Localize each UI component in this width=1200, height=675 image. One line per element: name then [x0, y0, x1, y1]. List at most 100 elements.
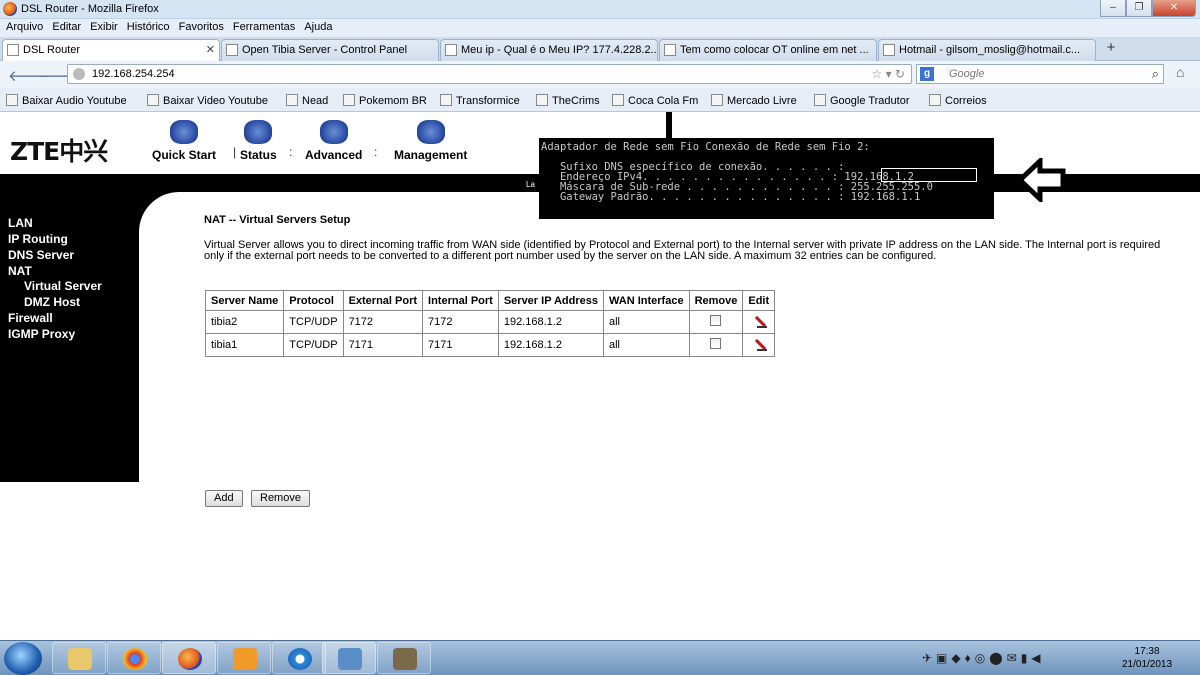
cell-edit: [742, 310, 776, 334]
header-external-port: External Port: [342, 290, 424, 311]
page-icon: [929, 94, 941, 106]
cell-internal-port: 7172: [422, 310, 499, 334]
header-protocol: Protocol: [283, 290, 344, 311]
header-remove: Remove: [688, 290, 744, 311]
remove-checkbox[interactable]: [710, 338, 722, 349]
nav-separator: :: [289, 145, 293, 159]
cell-server-ip: 192.168.1.2: [497, 333, 605, 357]
bookmark-transformice[interactable]: Transformice: [440, 94, 520, 107]
search-bar[interactable]: g Google ⌕: [916, 64, 1164, 84]
bookmark-baixar-audio[interactable]: Baixar Audio Youtube: [6, 94, 127, 107]
taskbar-firefox[interactable]: [162, 642, 216, 674]
tab-dsl-router[interactable]: DSL Router ✕: [2, 39, 220, 62]
table-row: tibia2 TCP/UDP 7172 7172 192.168.1.2 all: [204, 310, 776, 334]
sidebar-item-igmp-proxy[interactable]: IGMP Proxy: [8, 327, 75, 341]
url-text[interactable]: 192.168.254.254: [92, 68, 175, 80]
start-button[interactable]: [4, 642, 42, 675]
taskbar-media-player[interactable]: [217, 642, 271, 674]
taskbar-explorer[interactable]: [52, 642, 106, 674]
taskbar-clock[interactable]: 17:38 21/01/2013: [1122, 645, 1172, 671]
sidebar-item-virtual-server[interactable]: Virtual Server: [24, 279, 102, 293]
tab-ot-online[interactable]: Tem como colocar OT online em net ...: [659, 39, 877, 61]
taskbar-control-panel[interactable]: [322, 642, 376, 674]
cell-protocol: TCP/UDP: [283, 333, 344, 357]
bookmark-pokemom[interactable]: Pokemom BR: [343, 94, 427, 107]
cell-server-ip: 192.168.1.2: [497, 310, 605, 334]
sidebar-item-firewall[interactable]: Firewall: [8, 311, 53, 325]
internet-explorer-icon: [288, 648, 312, 670]
management-icon: [416, 120, 445, 144]
magnifier-icon[interactable]: ⌕: [1152, 66, 1159, 82]
ipconfig-gateway: Gateway Padrão. . . . . . . . . . . . . …: [541, 191, 921, 203]
bookmark-google-tradutor[interactable]: Google Tradutor: [814, 94, 910, 107]
menu-editar[interactable]: Editar: [46, 19, 81, 33]
folder-icon: [68, 648, 92, 670]
menu-bar: Arquivo Editar Exibir Histórico Favorito…: [0, 19, 1200, 37]
header-wan-interface: WAN Interface: [603, 290, 690, 311]
music-icon: [6, 94, 18, 106]
system-tray[interactable]: ✈▣◆♦◎⬤✉▮◀: [922, 651, 1045, 665]
cell-server-name: tibia2: [204, 310, 285, 334]
media-player-icon: [233, 648, 257, 670]
bookmark-correios[interactable]: Correios: [929, 94, 987, 107]
virtual-server-table: Server Name Protocol External Port Inter…: [204, 290, 776, 357]
maximize-button[interactable]: ❐: [1126, 0, 1152, 17]
menu-exibir[interactable]: Exibir: [84, 19, 118, 33]
page-icon: [445, 44, 457, 56]
home-icon[interactable]: ⌂: [1176, 64, 1184, 80]
tab-open-tibia[interactable]: Open Tibia Server - Control Panel: [221, 39, 439, 61]
menu-ferramentas[interactable]: Ferramentas: [227, 19, 295, 33]
menu-ajuda[interactable]: Ajuda: [298, 19, 332, 33]
sidebar-item-ip-routing[interactable]: IP Routing: [8, 232, 68, 246]
tab-meu-ip[interactable]: Meu ip - Qual é o Meu IP? 177.4.228.2...: [440, 39, 658, 61]
table-header-row: Server Name Protocol External Port Inter…: [204, 290, 776, 311]
menu-historico[interactable]: Histórico: [121, 19, 170, 33]
remove-button[interactable]: Remove: [251, 490, 310, 507]
cell-remove: [688, 310, 744, 334]
bookmark-nead[interactable]: Nead: [286, 94, 328, 107]
nav-separator: :: [374, 145, 378, 159]
nav-management[interactable]: Management: [394, 120, 467, 162]
page-icon: [883, 44, 895, 56]
bookmark-mercado-livre[interactable]: Mercado Livre: [711, 94, 797, 107]
ipconfig-header: Adaptador de Rede sem Fio Conexão de Red…: [541, 141, 870, 153]
cell-server-name: tibia1: [204, 333, 285, 357]
edit-pencil-icon[interactable]: [753, 315, 767, 328]
taskbar-internet-explorer[interactable]: [272, 642, 326, 674]
window-title: DSL Router - Mozilla Firefox: [21, 3, 159, 15]
cell-wan-interface: all: [603, 310, 690, 334]
bookmark-thecrims[interactable]: TheCrims: [536, 94, 600, 107]
menu-arquivo[interactable]: Arquivo: [0, 19, 43, 33]
edit-pencil-icon[interactable]: [753, 338, 767, 351]
site-identity-icon[interactable]: [73, 68, 85, 80]
sidebar-item-lan[interactable]: LAN: [8, 216, 33, 230]
annotation-stem: [666, 112, 672, 139]
sidebar-item-dmz-host[interactable]: DMZ Host: [24, 295, 80, 309]
sidebar-item-dns-server[interactable]: DNS Server: [8, 248, 74, 262]
tab-label: DSL Router: [23, 44, 81, 56]
bookmark-baixar-video[interactable]: Baixar Video Youtube: [147, 94, 268, 107]
nav-quick-start[interactable]: Quick Start: [152, 120, 216, 162]
game-icon: [393, 648, 417, 670]
taskbar-chrome[interactable]: [107, 642, 161, 674]
remove-checkbox[interactable]: [710, 315, 722, 326]
cell-internal-port: 7171: [422, 333, 499, 357]
new-tab-button[interactable]: +: [1100, 40, 1122, 58]
page-icon: [664, 44, 676, 56]
close-button[interactable]: ✕: [1152, 0, 1196, 17]
search-placeholder[interactable]: Google: [949, 68, 984, 80]
add-button[interactable]: Add: [205, 490, 243, 507]
close-tab-icon[interactable]: ✕: [206, 43, 215, 56]
taskbar-game[interactable]: [377, 642, 431, 674]
nav-status[interactable]: Status: [240, 120, 277, 162]
nav-advanced[interactable]: Advanced: [305, 120, 362, 162]
tab-hotmail[interactable]: Hotmail - gilsom_moslig@hotmail.c...: [878, 39, 1096, 61]
content-corner: [139, 192, 189, 232]
url-bar[interactable]: 192.168.254.254 ☆ ▾ ↻: [67, 64, 912, 84]
bookmark-coca-cola-fm[interactable]: Coca Cola Fm: [612, 94, 698, 107]
reload-icon[interactable]: ☆ ▾ ↻: [871, 67, 905, 81]
google-icon[interactable]: g: [920, 67, 934, 81]
menu-favoritos[interactable]: Favoritos: [173, 19, 224, 33]
minimize-button[interactable]: –: [1100, 0, 1126, 17]
sidebar-item-nat[interactable]: NAT: [8, 264, 32, 278]
